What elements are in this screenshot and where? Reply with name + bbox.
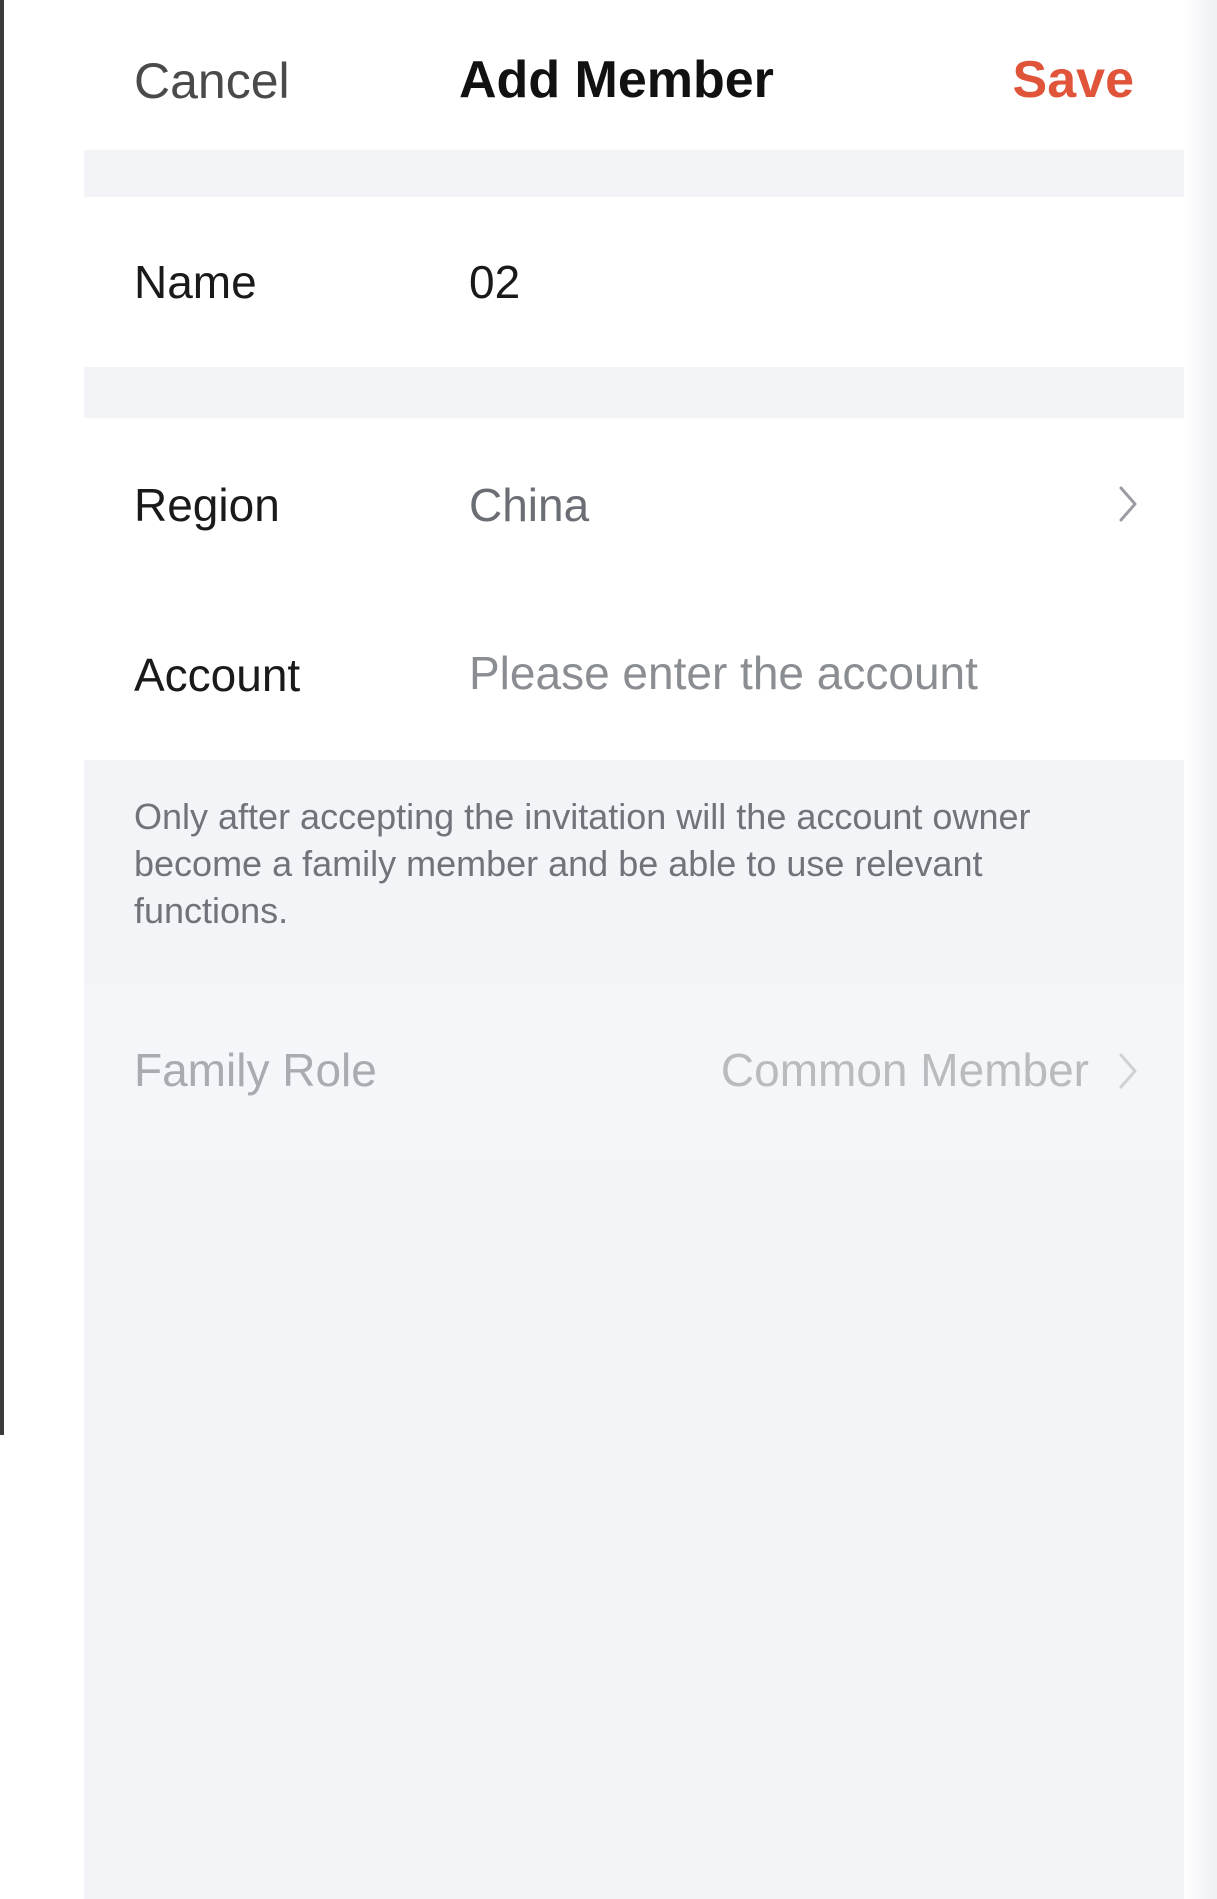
- nav-header: Cancel Add Member Save: [84, 0, 1184, 150]
- page-title: Add Member: [459, 51, 774, 109]
- add-member-screen: Cancel Add Member Save Name 02 Region Ch…: [84, 0, 1184, 1899]
- name-row[interactable]: Name 02: [84, 197, 1184, 367]
- account-input[interactable]: [469, 638, 1129, 708]
- cancel-button[interactable]: Cancel: [134, 52, 290, 110]
- account-label: Account: [134, 649, 301, 701]
- account-card: Region China Account: [84, 418, 1184, 760]
- name-label: Name: [134, 256, 257, 308]
- left-divider: [0, 0, 4, 1435]
- account-row: Account: [84, 588, 1184, 760]
- chevron-right-icon: [1119, 486, 1137, 522]
- right-edge-shadow: [1182, 0, 1217, 1899]
- family-role-label: Family Role: [134, 1044, 377, 1096]
- name-value[interactable]: 02: [469, 255, 520, 309]
- invitation-notice: Only after accepting the invitation will…: [134, 796, 1031, 931]
- region-value: China: [469, 479, 590, 531]
- chevron-right-icon: [1119, 1053, 1137, 1089]
- region-row[interactable]: Region China: [84, 418, 1184, 588]
- region-label: Region: [134, 479, 280, 531]
- family-role-row[interactable]: Family Role Common Member: [84, 985, 1184, 1160]
- save-button[interactable]: Save: [1013, 50, 1134, 110]
- family-role-value: Common Member: [720, 1044, 1089, 1096]
- name-card: Name 02: [84, 197, 1184, 367]
